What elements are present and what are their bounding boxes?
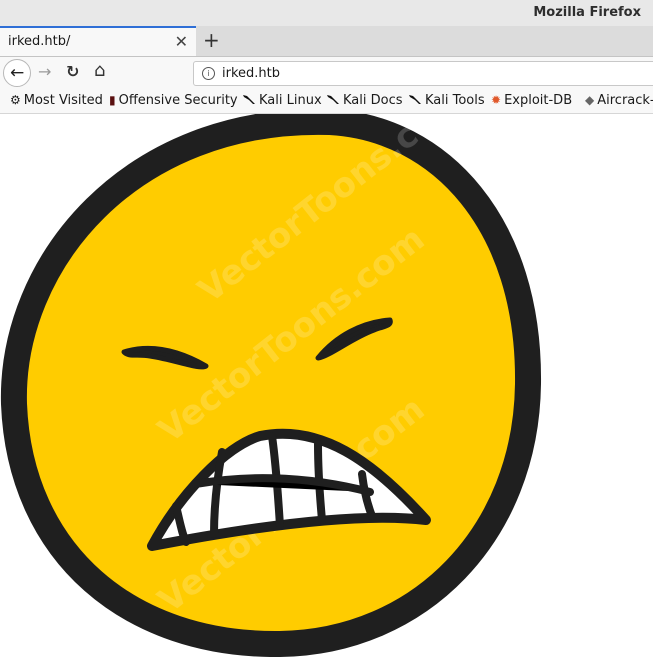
- back-button[interactable]: ←: [3, 59, 31, 87]
- offsec-icon: ▮: [109, 93, 116, 107]
- face-outline: [0, 108, 542, 658]
- tab-strip: irked.htb/ ✕ +: [0, 26, 653, 57]
- navigation-toolbar: ← → ↻ ⌂ i irked.htb: [0, 57, 653, 89]
- exploitdb-icon: ✹: [491, 93, 502, 107]
- page-content: VectorToons.com VectorToons.com VectorTo…: [0, 79, 653, 658]
- url-bar[interactable]: i irked.htb: [193, 61, 653, 86]
- kali-dragon-icon: [243, 95, 255, 104]
- bookmark-kali-tools[interactable]: Kali Tools: [408, 93, 485, 108]
- angry-face-image: VectorToons.com VectorToons.com VectorTo…: [0, 79, 542, 658]
- close-icon[interactable]: ✕: [175, 32, 188, 51]
- forward-arrow-icon[interactable]: →: [38, 62, 51, 81]
- aircrack-icon: ◆: [585, 93, 595, 107]
- bookmark-kali-linux[interactable]: Kali Linux: [242, 93, 322, 108]
- tab-title: irked.htb/: [8, 34, 71, 49]
- back-arrow-icon: ←: [10, 63, 25, 83]
- window-title: Mozilla Firefox: [533, 5, 641, 20]
- bookmark-aircrack[interactable]: ◆ Aircrack-: [585, 93, 653, 108]
- tab-irked[interactable]: irked.htb/ ✕: [0, 26, 196, 56]
- bookmark-kali-docs[interactable]: Kali Docs: [326, 93, 403, 108]
- title-bar: Mozilla Firefox: [0, 0, 653, 26]
- info-icon[interactable]: i: [202, 67, 215, 80]
- reload-icon[interactable]: ↻: [66, 62, 79, 81]
- new-tab-button[interactable]: +: [203, 28, 220, 52]
- bookmark-most-visited[interactable]: ⚙ Most Visited: [10, 93, 103, 108]
- home-icon[interactable]: ⌂: [94, 60, 105, 81]
- kali-dragon-icon: [327, 95, 339, 104]
- bookmarks-toolbar: ⚙ Most Visited ▮ Offensive Security Kali L…: [0, 89, 653, 114]
- url-text[interactable]: irked.htb: [222, 66, 280, 81]
- gear-icon: ⚙: [10, 93, 21, 107]
- bookmark-exploit-db[interactable]: ✹ Exploit-DB: [491, 93, 572, 108]
- bookmark-offensive-security[interactable]: ▮ Offensive Security: [109, 93, 238, 108]
- kali-dragon-icon: [409, 95, 421, 104]
